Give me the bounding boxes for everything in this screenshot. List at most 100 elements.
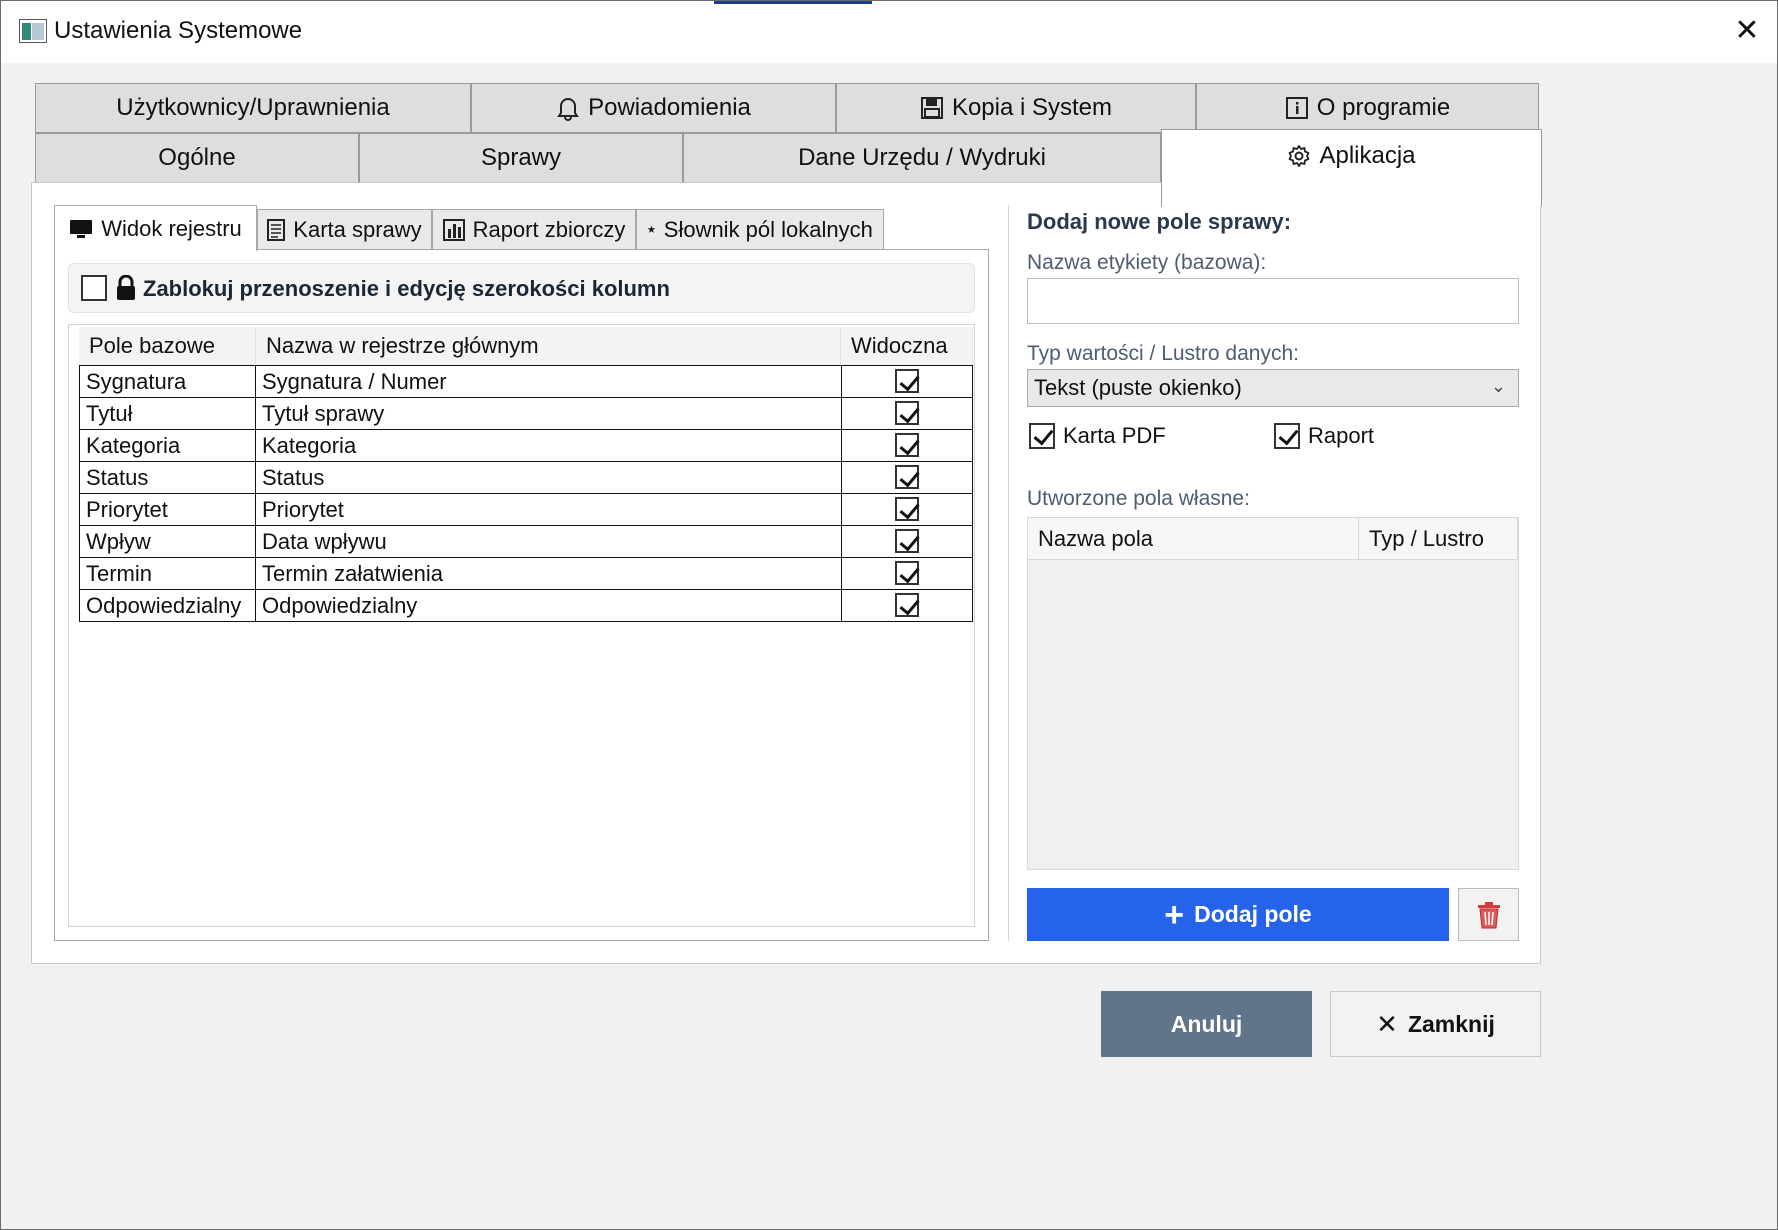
close-window-button[interactable]: ✕ — [1727, 11, 1767, 51]
add-field-button[interactable]: + Dodaj pole — [1027, 888, 1449, 941]
new-field-heading: Dodaj nowe pole sprawy: — [1027, 209, 1292, 234]
window-title: Ustawienia Systemowe — [54, 17, 303, 44]
cell-base-field[interactable]: Status — [79, 461, 256, 494]
column-header-visible[interactable]: Widoczna — [841, 327, 973, 365]
tab-general[interactable]: Ogólne — [35, 133, 359, 183]
cell-register-name[interactable]: Tytuł sprawy — [255, 397, 842, 430]
subtab-register-view[interactable]: Widok rejestru — [54, 205, 257, 251]
info-icon — [1285, 97, 1308, 119]
cell-visible — [841, 525, 973, 558]
cell-visible — [841, 557, 973, 590]
title-bar: Ustawienia Systemowe ✕ — [1, 1, 1777, 63]
visible-checkbox[interactable] — [895, 369, 919, 393]
cell-register-name[interactable]: Termin załatwienia — [255, 557, 842, 590]
tab-general-label: Ogólne — [158, 144, 236, 171]
type-select-value: Tekst (puste okienko) — [1034, 375, 1242, 400]
type-select[interactable]: Tekst (puste okienko) ⌄ — [1027, 369, 1519, 407]
tab-office-data[interactable]: Dane Urzędu / Wydruki — [683, 133, 1161, 183]
cell-register-name[interactable]: Data wpływu — [255, 525, 842, 558]
cell-register-name[interactable]: Sygnatura / Numer — [255, 365, 842, 398]
star-icon: ⭑ — [647, 220, 656, 238]
cell-base-field[interactable]: Tytuł — [79, 397, 256, 430]
tab-about[interactable]: O programie — [1196, 83, 1539, 133]
cell-base-field[interactable]: Wpływ — [79, 525, 256, 558]
tab-application[interactable]: Aplikacja — [1161, 129, 1542, 207]
padlock-icon — [117, 275, 135, 300]
close-icon: ✕ — [1376, 1008, 1398, 1039]
cell-visible — [841, 589, 973, 622]
close-button[interactable]: ✕ Zamknij — [1330, 991, 1541, 1057]
document-icon — [267, 218, 286, 241]
tab-users[interactable]: Użytkownicy/Uprawnienia — [35, 83, 471, 133]
subtab-summary-report-label: Raport zbiorczy — [472, 216, 626, 242]
cell-visible — [841, 397, 973, 430]
chevron-down-icon: ⌄ — [1490, 376, 1506, 396]
karta-pdf-label: Karta PDF — [1063, 423, 1166, 448]
subtab-local-dictionary[interactable]: ⭑ Słownik pól lokalnych — [636, 209, 884, 250]
cell-base-field[interactable]: Priorytet — [79, 493, 256, 526]
cell-visible — [841, 493, 973, 526]
cancel-button[interactable]: Anuluj — [1101, 991, 1312, 1057]
raport-label: Raport — [1308, 423, 1375, 448]
label-name-caption: Nazwa etykiety (bazowa): — [1027, 251, 1267, 274]
tab-backup-system[interactable]: Kopia i System — [836, 83, 1196, 133]
tab-backup-system-label: Kopia i System — [951, 94, 1113, 121]
tab-application-label: Aplikacja — [1319, 141, 1416, 169]
column-header-base-field[interactable]: Pole bazowe — [79, 327, 256, 365]
visible-checkbox[interactable] — [895, 593, 919, 617]
column-header-register-name[interactable]: Nazwa w rejestrze głównym — [256, 327, 841, 365]
trash-icon — [1477, 901, 1500, 928]
subtab-local-dictionary-label: Słownik pól lokalnych — [663, 216, 873, 242]
cell-visible — [841, 429, 973, 462]
subtab-case-card-label: Karta sprawy — [293, 216, 422, 242]
delete-field-button[interactable] — [1458, 888, 1519, 941]
tab-users-label: Użytkownicy/Uprawnienia — [116, 94, 390, 121]
visible-checkbox[interactable] — [895, 465, 919, 489]
subtab-summary-report[interactable]: Raport zbiorczy — [432, 209, 636, 250]
own-fields-caption: Utworzone pola własne: — [1027, 487, 1250, 510]
cell-visible — [841, 461, 973, 494]
subtab-case-card[interactable]: Karta sprawy — [257, 209, 432, 250]
close-button-label: Zamknij — [1407, 1010, 1495, 1037]
app-icon — [19, 19, 47, 43]
tab-office-data-label: Dane Urzędu / Wydruki — [798, 144, 1046, 171]
add-field-label: Dodaj pole — [1194, 901, 1312, 927]
visible-checkbox[interactable] — [895, 561, 919, 585]
tab-notifications-label: Powiadomienia — [588, 94, 751, 121]
floppy-disk-icon — [920, 97, 943, 119]
tab-cases[interactable]: Sprawy — [359, 133, 683, 183]
karta-pdf-checkbox[interactable] — [1029, 423, 1055, 449]
visible-checkbox[interactable] — [895, 401, 919, 425]
visible-checkbox[interactable] — [895, 529, 919, 553]
monitor-icon — [70, 219, 93, 238]
cell-base-field[interactable]: Termin — [79, 557, 256, 590]
plus-icon: + — [1164, 895, 1185, 934]
cell-register-name[interactable]: Priorytet — [255, 493, 842, 526]
cell-base-field[interactable]: Odpowiedzialny — [79, 589, 256, 622]
gear-icon — [1289, 144, 1310, 167]
own-fields-table — [1027, 517, 1519, 870]
cell-base-field[interactable]: Kategoria — [79, 429, 256, 462]
cell-visible — [841, 365, 973, 398]
cell-register-name[interactable]: Status — [255, 461, 842, 494]
tab-notifications[interactable]: Powiadomienia — [471, 83, 836, 133]
visible-checkbox[interactable] — [895, 497, 919, 521]
settings-window: Ustawienia Systemowe ✕ Użytkownicy/Upraw… — [0, 0, 1778, 1230]
tab-cases-label: Sprawy — [480, 144, 562, 171]
bell-icon — [557, 98, 579, 121]
column-header-type-mirror[interactable]: Typ / Lustro — [1359, 518, 1518, 560]
label-name-input[interactable] — [1027, 278, 1519, 324]
cell-register-name[interactable]: Odpowiedzialny — [255, 589, 842, 622]
cell-base-field[interactable]: Sygnatura — [79, 365, 256, 398]
type-caption: Typ wartości / Lustro danych: — [1027, 342, 1299, 365]
visible-checkbox[interactable] — [895, 433, 919, 457]
lock-columns-label: Zablokuj przenoszenie i edycję szerokośc… — [143, 276, 670, 301]
column-header-field-name[interactable]: Nazwa pola — [1028, 518, 1359, 560]
panel-divider — [1008, 205, 1009, 941]
tab-about-label: O programie — [1316, 94, 1451, 121]
subtab-register-view-label: Widok rejestru — [101, 215, 242, 241]
raport-checkbox[interactable] — [1274, 423, 1300, 449]
lock-columns-checkbox[interactable] — [81, 275, 107, 301]
bar-chart-icon — [442, 218, 465, 241]
cell-register-name[interactable]: Kategoria — [255, 429, 842, 462]
